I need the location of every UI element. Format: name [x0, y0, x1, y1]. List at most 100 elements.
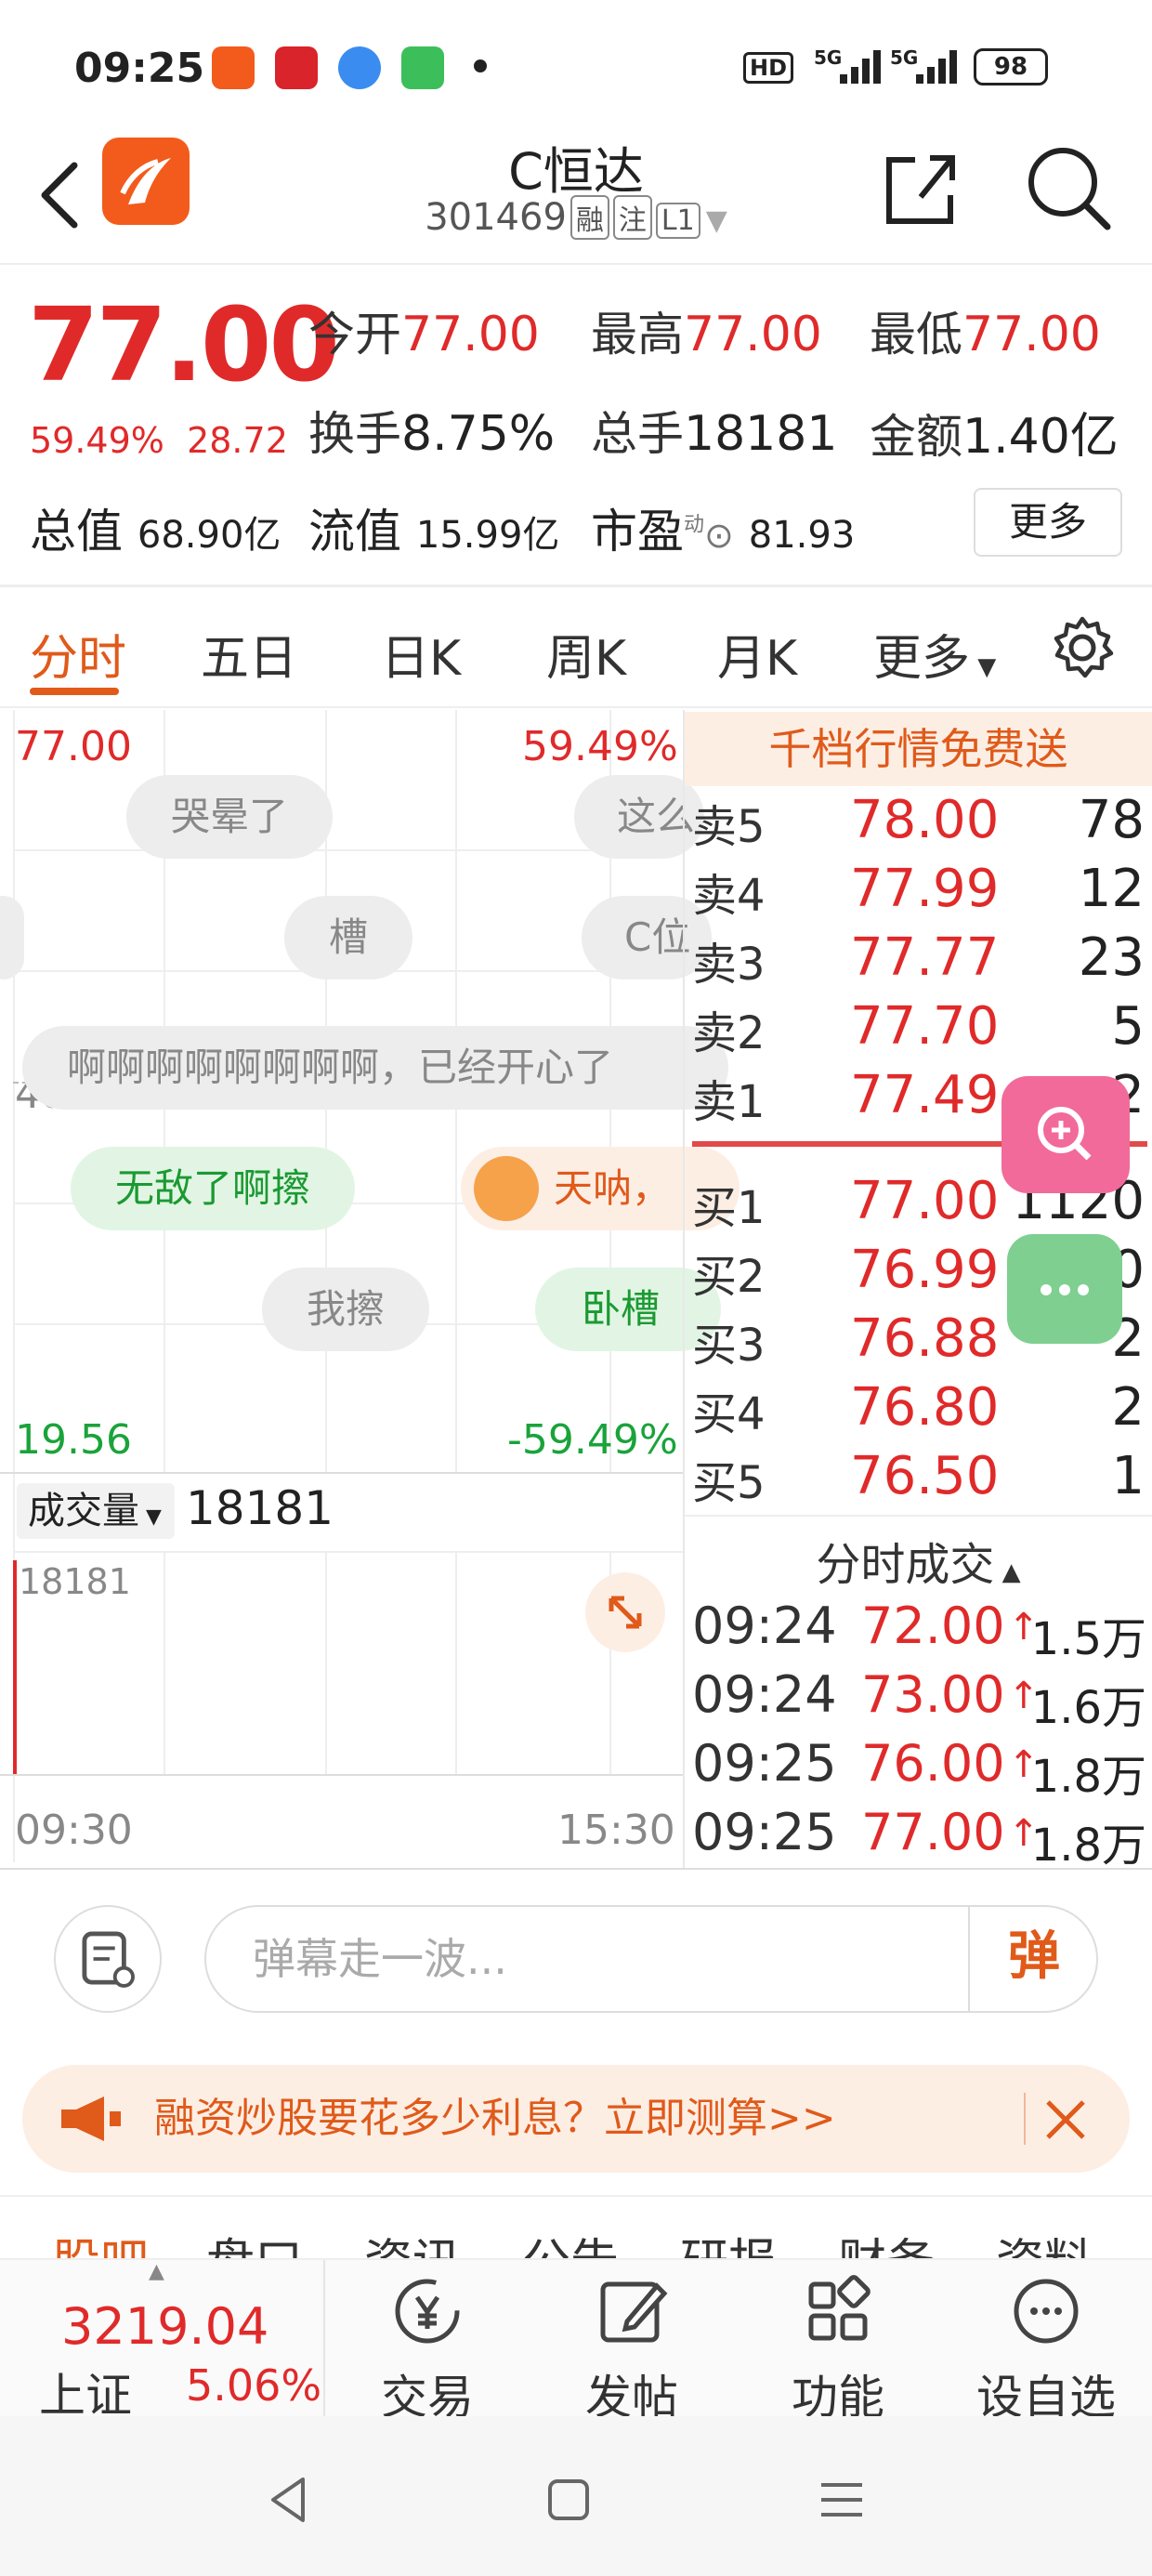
volume-bar — [13, 1560, 17, 1774]
tab-research[interactable]: 研报 — [680, 2223, 777, 2260]
back-arrow-icon[interactable] — [28, 149, 93, 242]
nav-back-icon[interactable] — [262, 2472, 318, 2528]
hd-voice-icon: HD — [743, 52, 794, 84]
stock-code: 301469 — [425, 196, 567, 239]
index-percent[interactable]: 5.06% — [186, 2360, 321, 2411]
quote-panel: 77.00 59.49% 28.72 今开77.00 最高77.00 最低77.… — [0, 267, 1152, 587]
intraday-chart[interactable]: 77.00 59.49% 48.28 19.56 -59.49% 哭晕了 这么 … — [0, 710, 740, 1862]
turnover-stat: 换手8.75% — [308, 406, 556, 462]
bid-row-5: 买5 76.50 1 — [692, 1446, 1145, 1509]
zoom-in-button[interactable] — [1001, 1076, 1130, 1193]
expand-icon[interactable] — [585, 1572, 665, 1652]
more-dots-icon — [1041, 1284, 1089, 1295]
danmaku-settings-button[interactable] — [54, 1905, 162, 2013]
tick-row: 09:25 77.00 ↑ 1.8万 — [692, 1803, 1146, 1872]
detail-tabs: 股吧 盘口 资讯 公告 研报 财务 资料 — [0, 2195, 1152, 2260]
system-nav-bar — [0, 2416, 1152, 2576]
bottom-toolbar: ▲ 3219.04 上证 5.06% 交易 发帖 功能 设自选 — [0, 2258, 1152, 2425]
message-notification-icon — [401, 46, 444, 89]
info-dots-icon: ⊙ — [704, 515, 734, 556]
tick-title[interactable]: 分时成交 ▲ — [685, 1528, 1152, 1593]
chart-tabs: 分时 五日 日K 周K 月K 更多 ▼ — [0, 587, 1152, 708]
add-watchlist-button[interactable]: 设自选 — [962, 2269, 1130, 2427]
index-value[interactable]: 3219.04 — [61, 2297, 268, 2356]
danmaku-bubble[interactable]: 啊啊啊啊啊啊啊啊，已经开心了 — [22, 1026, 728, 1110]
price-axis-top: 77.00 — [15, 723, 132, 770]
search-icon[interactable] — [1022, 139, 1115, 232]
tab-intraday[interactable]: 分时 — [30, 619, 126, 689]
app-logo[interactable] — [102, 138, 190, 225]
gear-icon[interactable] — [1048, 613, 1117, 682]
tab-news[interactable]: 资讯 — [364, 2223, 461, 2260]
tab-monthly-k[interactable]: 月K — [717, 619, 797, 689]
more-stats-button[interactable]: 更多 — [974, 488, 1122, 557]
tab-profile[interactable]: 资料 — [996, 2223, 1093, 2260]
ask-row-3: 卖3 77.77 23 — [692, 927, 1145, 991]
tab-finance[interactable]: 财务 — [838, 2223, 935, 2260]
pct-axis-top: 59.49% — [522, 723, 678, 770]
stock-name: C恒达 — [508, 142, 644, 201]
trade-button[interactable]: 交易 — [344, 2269, 511, 2427]
change-amount: 28.72 — [187, 420, 288, 461]
time-axis-start: 09:30 — [15, 1807, 133, 1854]
danmaku-bar: 弹幕走一波... 弹 — [0, 1868, 1152, 2054]
stock-code-line[interactable]: 301469 融注 L1 ▼ — [390, 195, 762, 240]
status-bar: 09:25 HD 5G 5G 98 — [0, 0, 1152, 130]
functions-button[interactable]: 功能 — [754, 2269, 922, 2427]
edit-icon — [600, 2281, 668, 2343]
danmaku-send-button[interactable]: 弹 — [968, 1905, 1098, 2013]
float-cap-stat: 流值 15.99亿 — [308, 505, 560, 559]
danmaku-bubble[interactable] — [0, 896, 24, 979]
danmaku-settings-icon — [82, 1931, 135, 1988]
change-percent: 59.49% — [30, 420, 164, 461]
amount-stat: 金额1.40亿 — [870, 409, 1119, 465]
stock-header: C恒达 301469 融注 L1 ▼ — [0, 130, 1152, 265]
premium-banner[interactable]: 千档行情免费送 — [685, 712, 1152, 786]
network-type-2: 5G — [890, 46, 919, 69]
tab-weekly-k[interactable]: 周K — [546, 619, 626, 689]
promo-banner[interactable]: 融资炒股要花多少利息？立即测算>> — [22, 2065, 1130, 2173]
megaphone-icon — [61, 2096, 121, 2141]
danmaku-bubble[interactable]: 无敌了啊擦 — [71, 1147, 356, 1230]
danmaku-input[interactable]: 弹幕走一波... — [204, 1905, 1098, 2013]
danmaku-bubble[interactable]: 哭晕了 — [126, 775, 334, 859]
volume-selector[interactable]: 成交量 ▼ — [17, 1483, 175, 1539]
chat-more-button[interactable] — [1007, 1234, 1122, 1344]
low-stat: 最低77.00 — [870, 307, 1101, 362]
caret-up-icon: ▲ — [994, 1558, 1021, 1586]
tab-more[interactable]: 更多 ▼ — [873, 619, 996, 689]
volume-stat: 总手18181 — [591, 406, 838, 462]
share-icon[interactable] — [878, 139, 962, 232]
danmaku-bubble[interactable]: 槽 — [284, 896, 413, 979]
last-price: 77.00 — [28, 285, 340, 404]
yen-exchange-icon — [395, 2279, 460, 2344]
price-axis-bottom: 19.56 — [15, 1416, 132, 1464]
tab-daily-k[interactable]: 日K — [381, 619, 461, 689]
close-icon[interactable] — [1042, 2096, 1089, 2143]
status-time: 09:25 — [74, 45, 205, 92]
network-type-1: 5G — [814, 46, 843, 69]
tab-five-day[interactable]: 五日 — [201, 619, 297, 689]
app-notification-icon — [212, 46, 255, 89]
tick-row: 09:24 72.00 ↑ 1.5万 — [692, 1597, 1146, 1665]
pct-axis-bottom: -59.49% — [507, 1416, 678, 1464]
caret-up-icon[interactable]: ▲ — [149, 2260, 164, 2283]
more-notifications-icon — [474, 59, 487, 72]
avatar — [474, 1156, 539, 1221]
time-axis-end: 15:30 — [557, 1807, 675, 1854]
open-stat: 今开77.00 — [308, 307, 540, 362]
tick-row: 09:25 76.00 ↑ 1.8万 — [692, 1734, 1146, 1803]
tab-forum[interactable]: 股吧 — [52, 2223, 149, 2260]
market-cap-stat: 总值 68.90亿 — [30, 505, 281, 559]
post-button[interactable]: 发帖 — [548, 2269, 715, 2427]
high-stat: 最高77.00 — [591, 307, 822, 362]
signal-2-icon — [916, 48, 957, 84]
nav-home-icon[interactable] — [541, 2472, 596, 2528]
nav-menu-icon[interactable] — [814, 2472, 870, 2528]
danmaku-bubble[interactable]: 我擦 — [262, 1268, 430, 1351]
grid-icon — [808, 2275, 871, 2341]
tab-announcements[interactable]: 公告 — [522, 2223, 619, 2260]
tab-handicap[interactable]: 盘口 — [206, 2223, 303, 2260]
promo-text[interactable]: 融资炒股要花多少利息？立即测算>> — [154, 2065, 836, 2173]
dropdown-triangle-icon: ▼ — [970, 653, 997, 681]
